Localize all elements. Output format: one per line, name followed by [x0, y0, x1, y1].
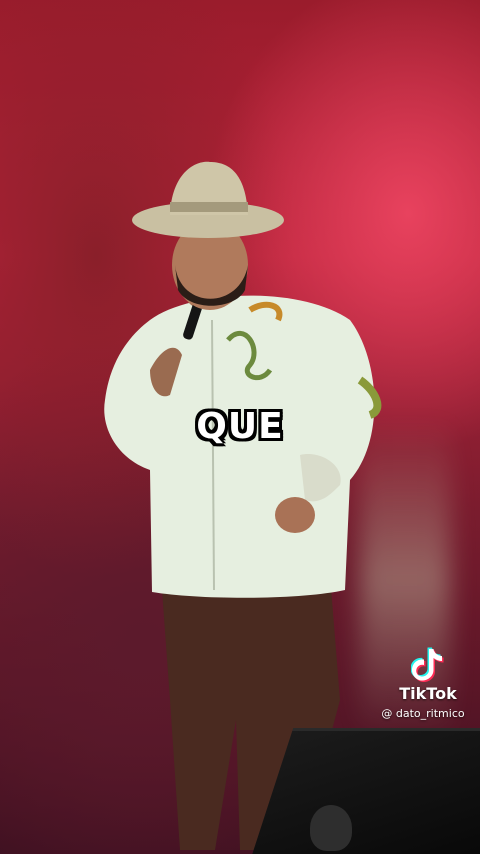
tiktok-watermark: TikTok @ dato_ritmico [380, 646, 476, 720]
video-frame[interactable]: QUE TikTok @ dato_ritmico [0, 0, 480, 854]
caption-text: QUE [196, 406, 284, 447]
tiktok-logo-icon [411, 647, 444, 682]
speaker-cone [310, 805, 352, 851]
creator-handle: @ dato_ritmico [381, 707, 465, 720]
tiktok-brand-label: TikTok [399, 684, 457, 703]
